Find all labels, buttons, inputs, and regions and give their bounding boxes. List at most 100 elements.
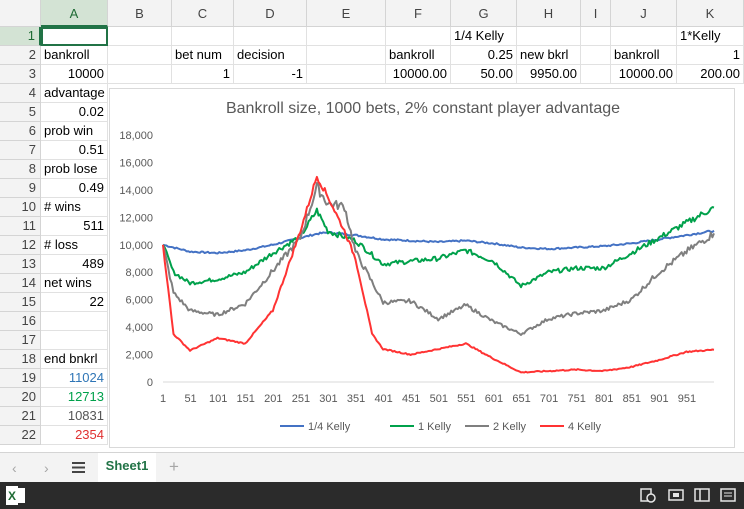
column-header-e[interactable]: E xyxy=(307,0,386,27)
row-header-7[interactable]: 7 xyxy=(0,141,41,160)
cell-d2[interactable]: decision xyxy=(234,46,307,65)
cell-a8[interactable]: prob lose xyxy=(41,160,108,179)
cell-e1[interactable] xyxy=(307,27,386,46)
x-tick-label: 601 xyxy=(485,393,503,405)
column-header-h[interactable]: H xyxy=(517,0,581,27)
cell-a20[interactable]: 12713 xyxy=(41,388,108,407)
cell-a15[interactable]: 22 xyxy=(41,293,108,312)
add-sheet-icon[interactable]: + xyxy=(169,457,179,477)
page-layout-icon[interactable] xyxy=(720,487,736,503)
display-settings-icon[interactable] xyxy=(668,487,684,503)
row-header-6[interactable]: 6 xyxy=(0,122,41,141)
cell-f3[interactable]: 10000.00 xyxy=(386,65,451,84)
cell-e3[interactable] xyxy=(307,65,386,84)
cell-j1[interactable] xyxy=(611,27,677,46)
column-header-g[interactable]: G xyxy=(451,0,517,27)
cell-a1[interactable] xyxy=(41,27,108,46)
cell-a2[interactable]: bankroll xyxy=(41,46,108,65)
cell-k1[interactable]: 1*Kelly xyxy=(677,27,744,46)
cell-g1[interactable]: 1/4 Kelly xyxy=(451,27,517,46)
cell-a12[interactable]: # loss xyxy=(41,236,108,255)
cell-d3[interactable]: -1 xyxy=(234,65,307,84)
row-header-16[interactable]: 16 xyxy=(0,312,41,331)
row-header-14[interactable]: 14 xyxy=(0,274,41,293)
row-header-13[interactable]: 13 xyxy=(0,255,41,274)
scroll-left-icon[interactable]: ‹ xyxy=(12,460,17,476)
cell-a7[interactable]: 0.51 xyxy=(41,141,108,160)
x-tick-label: 901 xyxy=(650,393,668,405)
column-header-i[interactable]: I xyxy=(581,0,611,27)
cell-j3[interactable]: 10000.00 xyxy=(611,65,677,84)
row-header-2[interactable]: 2 xyxy=(0,46,41,65)
cell-h2[interactable]: new bkrl xyxy=(517,46,581,65)
cell-i2[interactable] xyxy=(581,46,611,65)
cell-c1[interactable] xyxy=(172,27,234,46)
cell-k3[interactable]: 200.00 xyxy=(677,65,744,84)
cell-e2[interactable] xyxy=(307,46,386,65)
column-header-k[interactable]: K xyxy=(677,0,744,27)
cell-g3[interactable]: 50.00 xyxy=(451,65,517,84)
cell-a10[interactable]: # wins xyxy=(41,198,108,217)
row-header-17[interactable]: 17 xyxy=(0,331,41,350)
column-header-b[interactable]: B xyxy=(108,0,172,27)
row-header-10[interactable]: 10 xyxy=(0,198,41,217)
accessibility-icon[interactable] xyxy=(640,487,656,503)
cell-a22[interactable]: 2354 xyxy=(41,426,108,445)
cell-a21[interactable]: 10831 xyxy=(41,407,108,426)
cell-c2[interactable]: bet num xyxy=(172,46,234,65)
row-header-21[interactable]: 21 xyxy=(0,407,41,426)
cell-a18[interactable]: end bnkrl xyxy=(41,350,108,369)
cell-a16[interactable] xyxy=(41,312,108,331)
normal-view-icon[interactable] xyxy=(694,487,710,503)
column-header-d[interactable]: D xyxy=(234,0,307,27)
row-header-12[interactable]: 12 xyxy=(0,236,41,255)
bankroll-line-chart[interactable]: Bankroll size, 1000 bets, 2% constant pl… xyxy=(109,88,735,448)
row-header-8[interactable]: 8 xyxy=(0,160,41,179)
row-header-1[interactable]: 1 xyxy=(0,27,41,46)
row-header-9[interactable]: 9 xyxy=(0,179,41,198)
row-header-22[interactable]: 22 xyxy=(0,426,41,445)
cell-a11[interactable]: 511 xyxy=(41,217,108,236)
row-header-3[interactable]: 3 xyxy=(0,65,41,84)
cell-j2[interactable]: bankroll xyxy=(611,46,677,65)
row-header-19[interactable]: 19 xyxy=(0,369,41,388)
cell-a13[interactable]: 489 xyxy=(41,255,108,274)
column-header-a[interactable]: A xyxy=(41,0,108,27)
select-all-corner[interactable] xyxy=(0,0,41,27)
cell-g2[interactable]: 0.25 xyxy=(451,46,517,65)
cell-c3[interactable]: 1 xyxy=(172,65,234,84)
row-header-5[interactable]: 5 xyxy=(0,103,41,122)
row-header-18[interactable]: 18 xyxy=(0,350,41,369)
row-header-15[interactable]: 15 xyxy=(0,293,41,312)
cell-b2[interactable] xyxy=(108,46,172,65)
cell-i3[interactable] xyxy=(581,65,611,84)
cell-a4[interactable]: advantage xyxy=(41,84,108,103)
cell-a17[interactable] xyxy=(41,331,108,350)
cell-i1[interactable] xyxy=(581,27,611,46)
cell-f1[interactable] xyxy=(386,27,451,46)
column-header-j[interactable]: J xyxy=(611,0,677,27)
cell-h1[interactable] xyxy=(517,27,581,46)
sheet-tab-sheet1[interactable]: Sheet1 xyxy=(98,453,156,484)
y-tick-label: 4,000 xyxy=(125,322,153,334)
column-header-f[interactable]: F xyxy=(386,0,451,27)
cell-a19[interactable]: 11024 xyxy=(41,369,108,388)
cell-k2[interactable]: 1 xyxy=(677,46,744,65)
scroll-right-icon[interactable]: › xyxy=(44,460,49,476)
sheet-list-icon[interactable] xyxy=(72,461,85,473)
cell-a5[interactable]: 0.02 xyxy=(41,103,108,122)
row-header-11[interactable]: 11 xyxy=(0,217,41,236)
x-tick-label: 101 xyxy=(209,393,227,405)
cell-f2[interactable]: bankroll xyxy=(386,46,451,65)
cell-h3[interactable]: 9950.00 xyxy=(517,65,581,84)
row-header-20[interactable]: 20 xyxy=(0,388,41,407)
cell-a6[interactable]: prob win xyxy=(41,122,108,141)
cell-a9[interactable]: 0.49 xyxy=(41,179,108,198)
cell-d1[interactable] xyxy=(234,27,307,46)
cell-a14[interactable]: net wins xyxy=(41,274,108,293)
cell-a3[interactable]: 10000 xyxy=(41,65,108,84)
cell-b3[interactable] xyxy=(108,65,172,84)
column-header-c[interactable]: C xyxy=(172,0,234,27)
row-header-4[interactable]: 4 xyxy=(0,84,41,103)
cell-b1[interactable] xyxy=(108,27,172,46)
